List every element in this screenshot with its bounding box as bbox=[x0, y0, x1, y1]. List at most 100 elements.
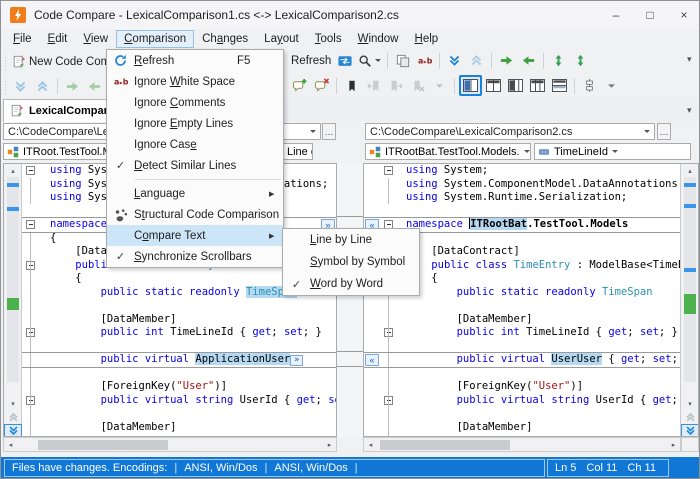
next-difference-button[interactable] bbox=[444, 50, 465, 71]
minimize-button[interactable]: – bbox=[599, 1, 633, 29]
right-horizontal-scrollbar[interactable]: ◂ ▸ bbox=[363, 437, 681, 452]
scroll-up-icon[interactable]: ▴ bbox=[4, 164, 22, 177]
change-marker bbox=[684, 268, 696, 272]
menu-file[interactable]: File bbox=[5, 30, 40, 48]
close-button[interactable]: × bbox=[667, 1, 700, 29]
layout-horizontal-button[interactable] bbox=[549, 75, 570, 96]
chevron-down-icon[interactable] bbox=[310, 130, 316, 136]
code-line: using System.ComponentModel.DataAnnotati… bbox=[380, 178, 680, 192]
bookmark-button[interactable] bbox=[341, 75, 362, 96]
ignore-white-space-button[interactable]: ab bbox=[414, 50, 435, 71]
menu-changes[interactable]: Changes bbox=[194, 30, 256, 48]
fold-marker-icon[interactable] bbox=[384, 166, 393, 175]
compare-files-button[interactable] bbox=[334, 50, 355, 71]
menu-item-ignore-white-space[interactable]: abIgnore White Space bbox=[107, 71, 283, 92]
layout-vertical-2-button[interactable] bbox=[483, 75, 504, 96]
menu-view[interactable]: View bbox=[75, 30, 116, 48]
right-file-path-input[interactable]: C:\CodeCompare\LexicalComparison2.cs bbox=[365, 123, 655, 140]
menu-item-detect-similar-lines[interactable]: ✓Detect Similar Lines bbox=[107, 155, 283, 176]
scroll-right-icon[interactable]: ▸ bbox=[323, 438, 336, 451]
remove-bookmark-button[interactable] bbox=[311, 75, 332, 96]
copy-all-to-left-button[interactable] bbox=[570, 50, 591, 71]
menu-item-ignore-empty-lines[interactable]: Ignore Empty Lines bbox=[107, 113, 283, 134]
right-vertical-scrollbar[interactable]: ▴▾ bbox=[680, 164, 698, 436]
menu-item-structural-code-comparison[interactable]: Structural Code Comparison bbox=[107, 204, 283, 225]
next-change-button[interactable] bbox=[681, 424, 699, 437]
layout-vertical-active-button[interactable] bbox=[459, 75, 482, 96]
scrollbar-corner bbox=[681, 437, 699, 452]
diff-connector bbox=[337, 216, 363, 217]
menu-tools[interactable]: Tools bbox=[307, 30, 350, 48]
maximize-button[interactable]: □ bbox=[633, 1, 667, 29]
right-browse-button[interactable]: … bbox=[657, 123, 671, 140]
chevron-down-icon[interactable] bbox=[612, 150, 618, 156]
chevron-down-icon[interactable] bbox=[644, 130, 650, 136]
merge-left-icon[interactable]: « bbox=[365, 354, 379, 366]
fold-marker-icon[interactable] bbox=[26, 220, 35, 229]
menu-window[interactable]: Window bbox=[350, 30, 407, 48]
previous-change-button[interactable] bbox=[4, 411, 22, 424]
view-dropdown-button[interactable] bbox=[601, 75, 622, 96]
copy-to-right-button[interactable] bbox=[62, 76, 83, 97]
scrollbar-thumb[interactable] bbox=[380, 440, 510, 450]
copy-to-left-button[interactable] bbox=[84, 76, 105, 97]
menu-item-refresh[interactable]: RefreshF5 bbox=[107, 50, 283, 71]
next-bookmark-button[interactable] bbox=[385, 75, 406, 96]
tab-overflow-icon[interactable]: ▾ bbox=[687, 105, 692, 116]
right-editor[interactable]: using System;using System.ComponentModel… bbox=[363, 163, 699, 437]
copy-all-to-right-button[interactable] bbox=[548, 50, 569, 71]
menu-help[interactable]: Help bbox=[407, 30, 447, 48]
next-change-button[interactable] bbox=[4, 424, 22, 437]
menu-item-line-by-line[interactable]: Line by Line bbox=[283, 229, 419, 251]
previous-difference-button[interactable] bbox=[466, 50, 487, 71]
menu-edit[interactable]: Edit bbox=[40, 30, 76, 48]
scrollbar-thumb[interactable] bbox=[38, 440, 168, 450]
left-vertical-scrollbar[interactable]: ▴▾ bbox=[4, 164, 22, 436]
toolbar-overflow-icon[interactable]: ▾ bbox=[687, 54, 692, 65]
left-horizontal-scrollbar[interactable]: ◂ ▸ bbox=[3, 437, 337, 452]
menu-item-ignore-comments[interactable]: Ignore Comments bbox=[107, 92, 283, 113]
collapse-unchanged-regions-button[interactable] bbox=[579, 75, 600, 96]
copy-to-left-button[interactable] bbox=[518, 50, 539, 71]
menu-comparison[interactable]: Comparison bbox=[116, 30, 194, 48]
menu-item-label: Detect Similar Lines bbox=[134, 160, 237, 172]
find-button[interactable] bbox=[356, 50, 383, 71]
menu-item-language[interactable]: Language▶ bbox=[107, 183, 283, 204]
fold-marker-icon[interactable] bbox=[26, 166, 35, 175]
scroll-left-icon[interactable]: ◂ bbox=[4, 438, 17, 451]
menu-item-ignore-case[interactable]: Ignore Case bbox=[107, 134, 283, 155]
structural-comparison-button[interactable] bbox=[392, 50, 413, 71]
right-member-combo[interactable]: TimeLineId bbox=[534, 143, 691, 160]
add-bookmark-button[interactable] bbox=[289, 75, 310, 96]
bookmarks-dropdown-button[interactable] bbox=[429, 75, 450, 96]
arrow-left-icon bbox=[521, 53, 536, 68]
menu-item-synchronize-scrollbars[interactable]: ✓Synchronize Scrollbars bbox=[107, 246, 283, 267]
previous-bookmark-button[interactable] bbox=[363, 75, 384, 96]
menu-item-compare-text[interactable]: Compare Text▶ bbox=[107, 225, 283, 246]
toolbar-grip[interactable] bbox=[3, 54, 8, 70]
previous-change-button[interactable] bbox=[681, 411, 699, 424]
scroll-up-icon[interactable]: ▴ bbox=[681, 164, 699, 177]
toolbar-grip[interactable] bbox=[3, 78, 8, 94]
scroll-down-icon[interactable]: ▾ bbox=[681, 397, 699, 410]
menu-layout[interactable]: Layout bbox=[256, 30, 307, 48]
menu-item-word-by-word[interactable]: ✓Word by Word bbox=[283, 273, 419, 295]
code-line: public static readonly TimeSpan bbox=[380, 286, 680, 300]
scroll-right-icon[interactable]: ▸ bbox=[667, 438, 680, 451]
previous-difference-button[interactable] bbox=[32, 76, 53, 97]
merge-right-icon[interactable]: » bbox=[290, 355, 303, 366]
scroll-left-icon[interactable]: ◂ bbox=[364, 438, 377, 451]
right-symbol-combo[interactable]: ITRootBat.TestTool.Models. bbox=[365, 143, 531, 160]
chevron-down-icon[interactable] bbox=[375, 59, 381, 65]
clear-bookmarks-button[interactable] bbox=[407, 75, 428, 96]
next-difference-button[interactable] bbox=[10, 76, 31, 97]
refresh-button[interactable]: Refresh bbox=[289, 50, 333, 71]
menu-item-symbol-by-symbol[interactable]: Symbol by Symbol bbox=[283, 251, 419, 273]
right-code-area[interactable]: using System;using System.ComponentModel… bbox=[380, 164, 680, 436]
layout-vertical-3-button[interactable] bbox=[505, 75, 526, 96]
copy-to-right-button[interactable] bbox=[496, 50, 517, 71]
scroll-down-icon[interactable]: ▾ bbox=[4, 397, 22, 410]
left-browse-button[interactable]: … bbox=[322, 123, 336, 140]
chevron-down-icon[interactable] bbox=[524, 150, 530, 156]
layout-three-way-button[interactable] bbox=[527, 75, 548, 96]
